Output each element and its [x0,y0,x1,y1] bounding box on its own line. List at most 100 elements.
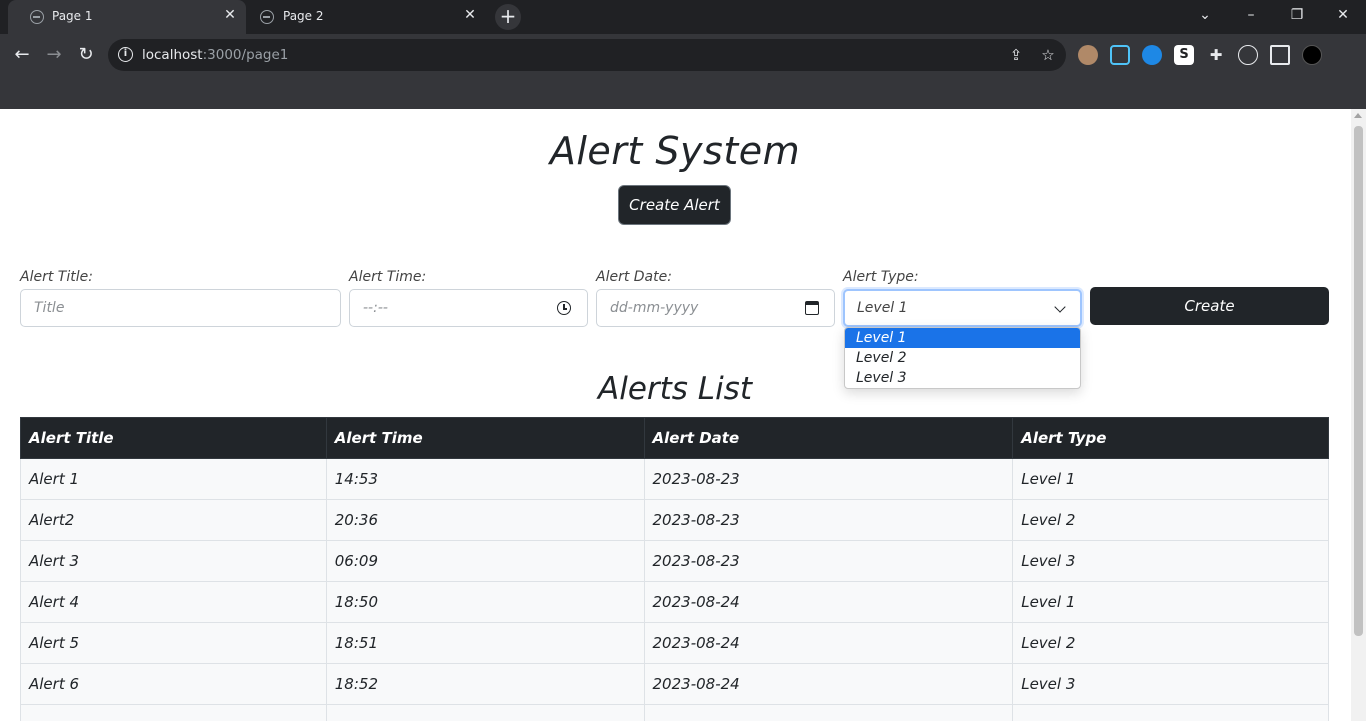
tab-title: Page 1 [52,9,93,23]
alerts-table: Alert Title Alert Time Alert Date Alert … [20,417,1329,721]
globe-icon [30,10,44,24]
reload-icon[interactable]: ↻ [72,41,100,69]
cell-time: 18:52 [325,663,645,705]
cell-type: Level 1 [1012,581,1329,623]
new-tab-button[interactable]: + [495,4,521,30]
cell-title [20,704,327,721]
cell-time: 20:36 [325,499,645,541]
table-row [20,704,1329,721]
cell-type [1012,704,1329,721]
scrollbar-thumb[interactable] [1354,126,1363,636]
selected-type: Level 1 [857,300,908,316]
alert-type-select[interactable]: Level 1 [843,289,1082,327]
chevron-down-icon [1054,301,1066,313]
cell-date: 2023-08-23 [643,540,1014,582]
tab-title: Page 2 [283,9,324,23]
close-window-icon[interactable]: ✕ [1320,0,1366,32]
profile-avatar[interactable] [1302,45,1322,65]
table-row: Alert 4 18:50 2023-08-24 Level 1 [20,581,1329,623]
clock-icon[interactable] [557,301,571,315]
extension-square-icon[interactable] [1110,45,1130,65]
alert-date-label: Alert Date: [596,269,672,285]
cell-title: Alert 4 [20,581,327,623]
table-header-row: Alert Title Alert Time Alert Date Alert … [20,417,1329,459]
close-tab-icon[interactable]: ✕ [222,7,238,23]
cell-title: Alert 5 [20,622,327,664]
cell-date: 2023-08-23 [643,499,1014,541]
s-extension-icon[interactable]: S [1174,45,1194,65]
puzzle-extensions-icon[interactable]: ✚ [1206,45,1226,65]
globe-icon [260,10,274,24]
tab-search-chevron-icon[interactable]: ⌄ [1182,0,1228,32]
header-alert-time[interactable]: Alert Time [325,417,645,459]
site-info-icon[interactable]: i [118,47,133,62]
page-viewport: Alert System Create Alert Alert Title: T… [0,109,1366,721]
forward-icon[interactable]: → [40,41,68,69]
alert-type-dropdown: Level 1 Level 2 Level 3 [844,327,1081,389]
cell-date: 2023-08-23 [643,458,1014,500]
cell-title: Alert 1 [20,458,327,500]
minimize-icon[interactable]: – [1228,0,1274,32]
bookmarks-bar [0,76,1366,109]
table-row: Alert 6 18:52 2023-08-24 Level 3 [20,663,1329,705]
cell-time: 06:09 [325,540,645,582]
alerts-list-title: Alerts List [598,371,752,407]
header-alert-date[interactable]: Alert Date [643,417,1014,459]
performance-icon[interactable] [1238,45,1258,65]
alert-time-input[interactable]: --:-- [349,289,588,327]
cell-time: 18:51 [325,622,645,664]
header-alert-title[interactable]: Alert Title [20,417,327,459]
cell-type: Level 3 [1012,663,1329,705]
cell-date: 2023-08-24 [643,663,1014,705]
cell-type: Level 3 [1012,540,1329,582]
alert-date-input[interactable]: dd-mm-yyyy [596,289,835,327]
tab-strip: Page 1 ✕ Page 2 ✕ + ⌄ – ❐ ✕ [0,0,1366,34]
close-tab-icon[interactable]: ✕ [462,7,478,23]
table-row: Alert 3 06:09 2023-08-23 Level 3 [20,540,1329,582]
cell-time: 18:50 [325,581,645,623]
cell-date: 2023-08-24 [643,622,1014,664]
cell-date: 2023-08-24 [643,581,1014,623]
page-title: Alert System [549,129,801,173]
edge-extension-icon[interactable] [1142,45,1162,65]
option-level-1[interactable]: Level 1 [845,328,1080,348]
bookmark-star-icon[interactable]: ☆ [1038,45,1058,65]
alert-type-label: Alert Type: [843,269,919,285]
cell-date [643,704,1014,721]
share-icon[interactable]: ⇪ [1006,45,1026,65]
cell-type: Level 1 [1012,458,1329,500]
cell-title: Alert 6 [20,663,327,705]
cell-time [325,704,645,721]
tab-page-2[interactable]: Page 2 ✕ [246,0,486,34]
alert-time-label: Alert Time: [349,269,427,285]
alert-title-input[interactable]: Title [20,289,341,327]
alert-title-label: Alert Title: [20,269,93,285]
option-level-2[interactable]: Level 2 [845,348,1080,368]
title-placeholder: Title [34,300,65,316]
back-icon[interactable]: ← [8,41,36,69]
header-alert-type[interactable]: Alert Type [1012,417,1329,459]
extension-avatar-icon[interactable] [1078,45,1098,65]
create-alert-button[interactable]: Create Alert [618,185,731,225]
scroll-up-arrow-icon[interactable] [1354,113,1362,118]
browser-toolbar: ← → ↻ i localhost:3000/page1 ⇪ ☆ S ✚ [0,34,1366,76]
date-placeholder: dd-mm-yyyy [610,300,699,316]
cell-title: Alert 3 [20,540,327,582]
create-button[interactable]: Create [1090,287,1329,325]
url-text: localhost:3000/page1 [142,47,289,63]
address-bar[interactable]: i localhost:3000/page1 ⇪ ☆ [108,39,1066,71]
option-level-3[interactable]: Level 3 [845,368,1080,388]
cell-type: Level 2 [1012,499,1329,541]
time-placeholder: --:-- [363,300,388,316]
side-panel-icon[interactable] [1270,45,1290,65]
cell-time: 14:53 [325,458,645,500]
table-row: Alert 5 18:51 2023-08-24 Level 2 [20,622,1329,664]
table-row: Alert 1 14:53 2023-08-23 Level 1 [20,458,1329,500]
page-scrollbar[interactable] [1351,109,1366,721]
calendar-icon[interactable] [805,301,819,315]
cell-type: Level 2 [1012,622,1329,664]
table-row: Alert2 20:36 2023-08-23 Level 2 [20,499,1329,541]
tab-page-1[interactable]: Page 1 ✕ [8,0,246,34]
restore-icon[interactable]: ❐ [1274,0,1320,32]
cell-title: Alert2 [20,499,327,541]
